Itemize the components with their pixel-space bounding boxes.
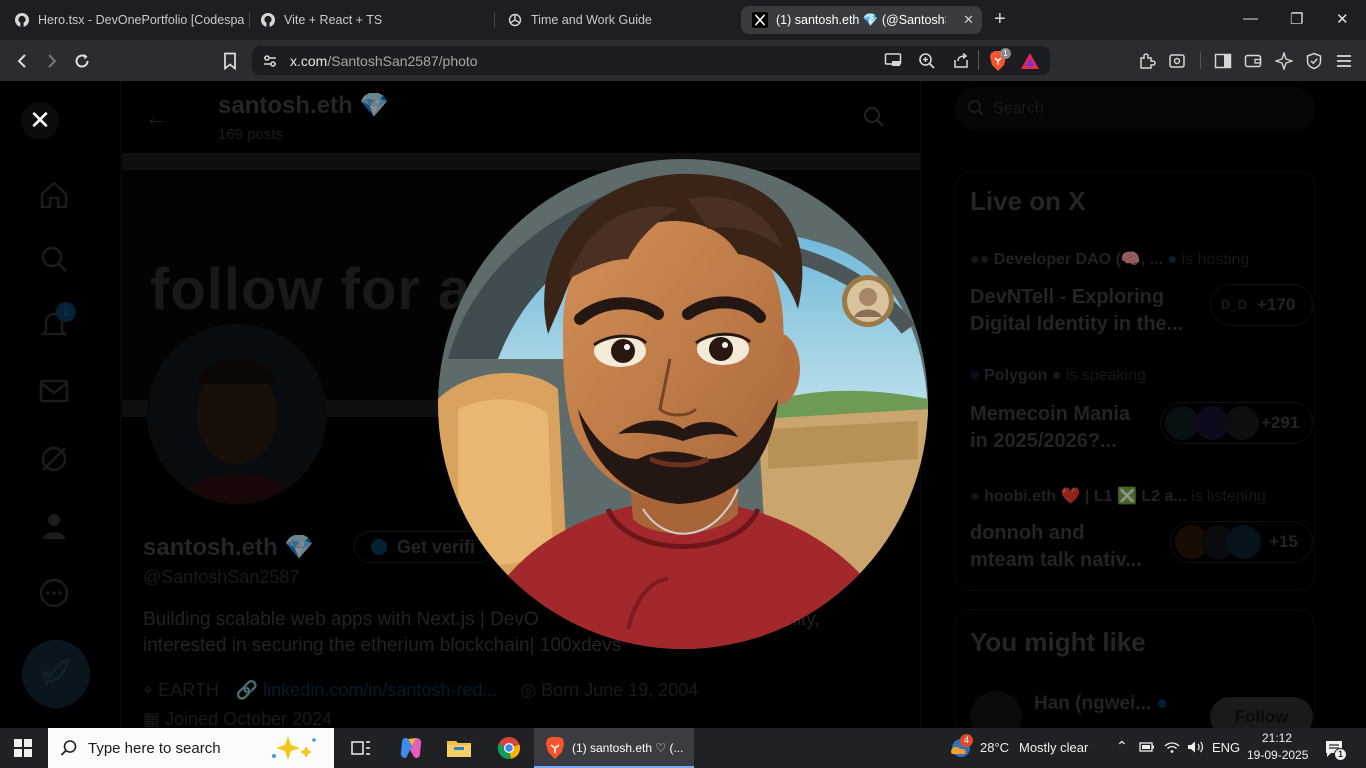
notification-center-icon[interactable]: 1	[1324, 739, 1347, 764]
url-text: x.com/SantoshSan2587/photo	[290, 53, 478, 69]
close-photo-button[interactable]: ✕	[21, 102, 59, 140]
weather-desc[interactable]: Mostly clear	[1019, 740, 1088, 755]
wifi-icon[interactable]	[1163, 740, 1181, 757]
clock-time[interactable]: 21:12	[1262, 731, 1292, 745]
shields-badge: 1	[1000, 48, 1011, 59]
tab-title: Vite + React + TS	[284, 13, 383, 27]
tab-title: (1) santosh.eth 💎 (@SantoshSa	[776, 12, 946, 27]
taskbar-search-box[interactable]: Type here to search	[48, 728, 334, 768]
leo-icon[interactable]	[1166, 50, 1188, 72]
brave-window-title: (1) santosh.eth ♡ (...	[572, 741, 684, 755]
tab-time-work-guide[interactable]: Time and Work Guide	[507, 6, 733, 34]
chrome-icon[interactable]	[494, 733, 524, 763]
notification-count: 1	[1334, 748, 1347, 761]
cast-icon[interactable]	[884, 52, 902, 73]
brave-icon	[544, 736, 566, 765]
forward-icon[interactable]	[41, 50, 63, 72]
new-tab-button[interactable]: +	[994, 8, 1006, 30]
bookmark-icon[interactable]	[219, 50, 241, 72]
weather-badge: 4	[960, 734, 973, 747]
close-icon: ✕	[29, 105, 51, 135]
x-profile-page: 1 ← santosh.eth 💎 169 posts follow for a…	[0, 81, 1366, 728]
restore-icon[interactable]: ❐	[1290, 10, 1303, 28]
windows-start-icon[interactable]	[14, 739, 32, 762]
github-icon	[14, 12, 30, 28]
tab-hero-tsx[interactable]: Hero.tsx - DevOnePortfolio [Codespa	[14, 6, 246, 34]
search-icon	[60, 739, 78, 762]
taskbar-brave-window[interactable]: (1) santosh.eth ♡ (...	[534, 728, 694, 768]
vpn-icon[interactable]	[1303, 50, 1325, 72]
tab-vite-react[interactable]: Vite + React + TS	[260, 6, 492, 34]
clock-date[interactable]: 19-09-2025	[1247, 748, 1308, 762]
leo-ai-icon[interactable]	[1273, 50, 1295, 72]
tab-divider	[249, 12, 250, 28]
sidebar-icon[interactable]	[1212, 50, 1234, 72]
brave-shields-icon[interactable]: 1	[988, 48, 1011, 77]
browser-toolbar: x.com/SantoshSan2587/photo 1	[0, 40, 1366, 81]
browser-tab-bar: Hero.tsx - DevOnePortfolio [Codespa Vite…	[0, 0, 1366, 40]
weather-temp[interactable]: 28°C	[980, 740, 1009, 755]
file-explorer-icon[interactable]	[444, 733, 474, 763]
search-placeholder: Type here to search	[88, 740, 221, 757]
url-divider	[978, 50, 979, 70]
tab-divider	[494, 12, 495, 28]
battery-icon[interactable]	[1139, 740, 1155, 757]
weather-icon[interactable]: 4	[947, 734, 973, 765]
back-icon[interactable]	[11, 50, 33, 72]
chatgpt-icon	[507, 12, 523, 28]
close-window-icon[interactable]: ✕	[1336, 10, 1349, 28]
brave-rewards-icon[interactable]	[1020, 52, 1040, 75]
close-tab-icon[interactable]: ✕	[963, 12, 974, 28]
tab-title: Hero.tsx - DevOnePortfolio [Codespa	[38, 13, 245, 27]
tab-title: Time and Work Guide	[531, 13, 652, 27]
profile-photo-large	[438, 159, 928, 649]
search-highlight-icon	[266, 734, 326, 767]
minimize-icon[interactable]: —	[1243, 10, 1258, 27]
zoom-icon[interactable]	[918, 52, 936, 75]
github-icon	[260, 12, 276, 28]
volume-icon[interactable]	[1187, 740, 1205, 757]
reload-icon[interactable]	[71, 50, 93, 72]
extensions-icon[interactable]	[1136, 50, 1158, 72]
url-path: /SantoshSan2587/photo	[327, 53, 478, 69]
task-view-icon[interactable]	[346, 733, 376, 763]
toolbar-divider	[1200, 52, 1201, 69]
tab-x-profile[interactable]: (1) santosh.eth 💎 (@SantoshSa ✕	[741, 6, 982, 34]
copilot-icon[interactable]	[396, 733, 426, 763]
url-host: x.com	[290, 53, 328, 69]
site-settings-icon[interactable]	[262, 53, 278, 74]
language-indicator[interactable]: ENG	[1212, 740, 1240, 755]
menu-icon[interactable]	[1333, 50, 1355, 72]
chevron-up-icon[interactable]: ⌃	[1116, 738, 1128, 755]
share-icon[interactable]	[952, 52, 970, 75]
x-icon	[752, 12, 768, 28]
address-bar[interactable]: x.com/SantoshSan2587/photo 1	[252, 46, 1050, 75]
wallet-icon[interactable]	[1242, 50, 1264, 72]
windows-taskbar: Type here to search (1) santosh.eth ♡ (.…	[0, 728, 1366, 768]
